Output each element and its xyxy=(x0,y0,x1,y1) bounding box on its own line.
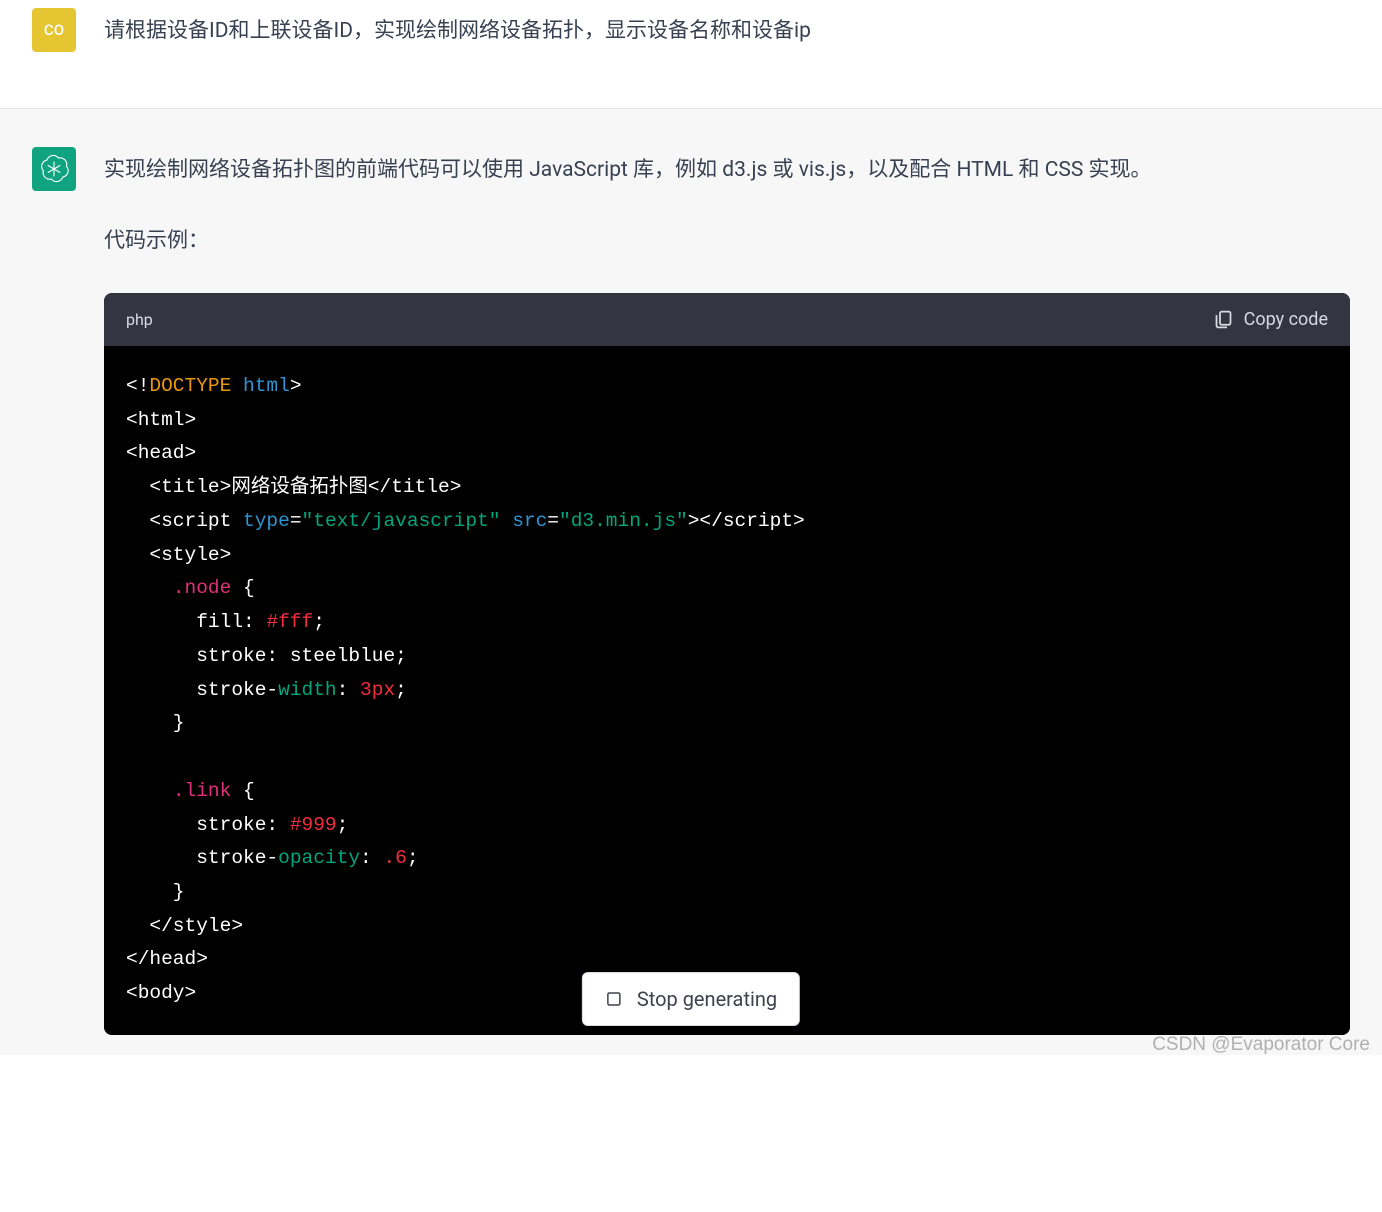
tok xyxy=(126,577,173,599)
tok xyxy=(126,476,149,498)
code-body[interactable]: <!DOCTYPE html> <html> <head> <title>网络设… xyxy=(104,346,1350,1035)
tok: = xyxy=(290,510,302,532)
tok: } xyxy=(126,881,185,903)
tok: 网络设备拓扑图 xyxy=(231,476,368,498)
tok: </title> xyxy=(368,476,462,498)
tok: .link xyxy=(173,780,232,802)
tok: src xyxy=(512,510,547,532)
tok: ; xyxy=(313,611,325,633)
tok: <script xyxy=(126,510,243,532)
tok: stroke: xyxy=(126,814,290,836)
assistant-message-content: 实现绘制网络设备拓扑图的前端代码可以使用 JavaScript 库，例如 d3.… xyxy=(104,147,1350,1035)
tok: <head> xyxy=(126,442,196,464)
tok xyxy=(500,510,512,532)
assistant-paragraph-1: 实现绘制网络设备拓扑图的前端代码可以使用 JavaScript 库，例如 d3.… xyxy=(104,151,1350,190)
tok: : xyxy=(337,679,360,701)
tok xyxy=(126,780,173,802)
watermark: CSDN @Evaporator Core xyxy=(1152,1034,1370,1056)
tok: <style> xyxy=(126,544,231,566)
user-avatar: CO xyxy=(32,8,76,52)
tok: stroke: steelblue; xyxy=(126,645,407,667)
tok xyxy=(231,375,243,397)
stop-generating-label: Stop generating xyxy=(637,987,777,1011)
tok: stroke- xyxy=(126,847,278,869)
openai-logo-icon xyxy=(39,154,69,184)
code-block: php Copy code <!DOCTYPE html> <html> <he… xyxy=(104,293,1350,1035)
stop-generating-button[interactable]: Stop generating xyxy=(582,972,800,1026)
tok: #999 xyxy=(290,814,337,836)
tok: ; xyxy=(395,679,407,701)
tok: <body> xyxy=(126,982,196,1004)
assistant-avatar xyxy=(32,147,76,191)
tok: } xyxy=(126,712,185,734)
tok: stroke- xyxy=(126,679,278,701)
tok: </head> xyxy=(126,948,208,970)
tok: "text/javascript" xyxy=(302,510,501,532)
tok: DOCTYPE xyxy=(149,375,231,397)
tok: : xyxy=(360,847,383,869)
tok: #fff xyxy=(266,611,313,633)
tok: = xyxy=(547,510,559,532)
tok: opacity xyxy=(278,847,360,869)
tok: <html> xyxy=(126,409,196,431)
tok: .node xyxy=(173,577,232,599)
tok: width xyxy=(278,679,337,701)
assistant-paragraph-2: 代码示例： xyxy=(104,222,1350,261)
tok: 3px xyxy=(360,679,395,701)
tok: .6 xyxy=(383,847,406,869)
tok: > xyxy=(290,375,302,397)
clipboard-icon xyxy=(1213,309,1234,330)
tok: <! xyxy=(126,375,149,397)
user-avatar-label: CO xyxy=(44,21,64,39)
tok: ; xyxy=(337,814,349,836)
tok: <title> xyxy=(149,476,231,498)
tok: </style> xyxy=(126,915,243,937)
user-message-section: CO 请根据设备ID和上联设备ID，实现绘制网络设备拓扑，显示设备名称和设备ip xyxy=(0,0,1382,108)
user-message-content: 请根据设备ID和上联设备ID，实现绘制网络设备拓扑，显示设备名称和设备ip xyxy=(104,8,1350,51)
user-message-text: 请根据设备ID和上联设备ID，实现绘制网络设备拓扑，显示设备名称和设备ip xyxy=(104,19,811,43)
tok: { xyxy=(231,780,254,802)
tok: fill: xyxy=(126,611,266,633)
copy-code-button[interactable]: Copy code xyxy=(1213,303,1328,336)
tok: ; xyxy=(407,847,419,869)
copy-code-label: Copy code xyxy=(1244,303,1328,336)
tok: "d3.min.js" xyxy=(559,510,688,532)
tok: html xyxy=(243,375,290,397)
code-language-label: php xyxy=(126,305,153,335)
stop-square-icon xyxy=(605,990,623,1008)
assistant-message-section: 实现绘制网络设备拓扑图的前端代码可以使用 JavaScript 库，例如 d3.… xyxy=(0,108,1382,1055)
code-header: php Copy code xyxy=(104,293,1350,346)
tok: ></script> xyxy=(688,510,805,532)
tok: type xyxy=(243,510,290,532)
tok: { xyxy=(231,577,254,599)
